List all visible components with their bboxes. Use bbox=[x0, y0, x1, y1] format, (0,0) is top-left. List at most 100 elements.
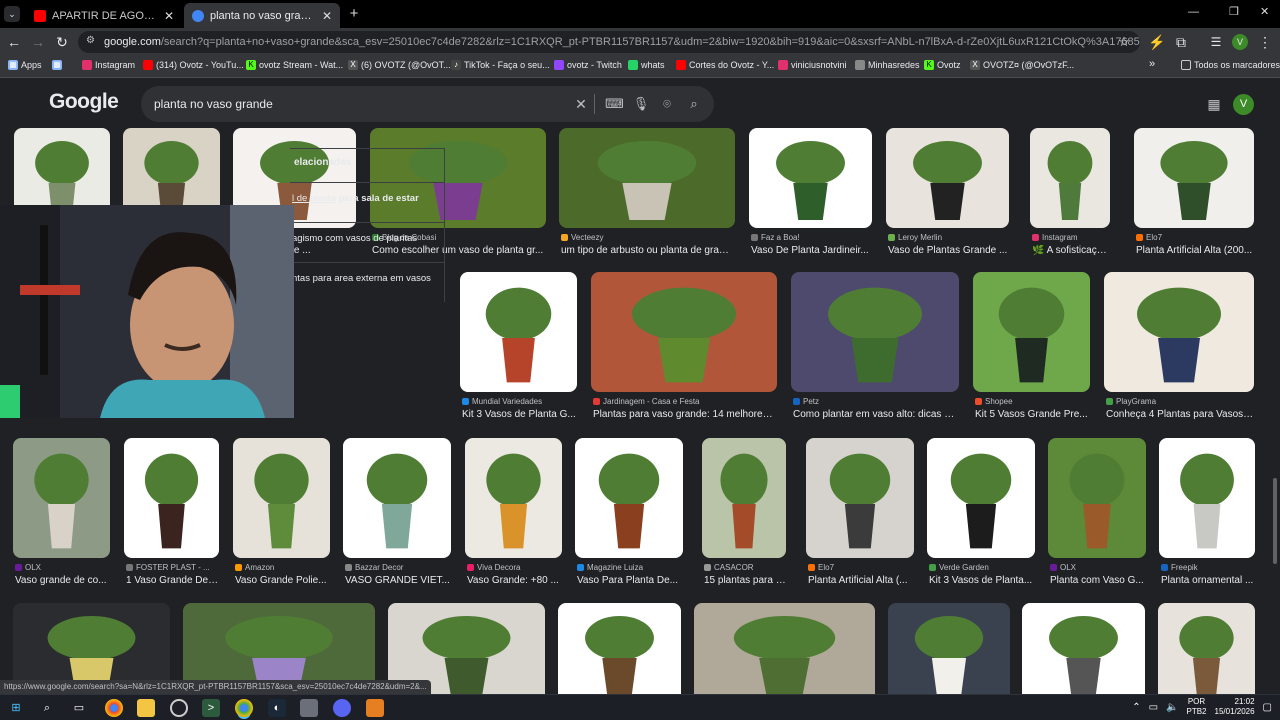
result-source[interactable]: Verde Garden bbox=[929, 563, 1035, 572]
image-result-card[interactable]: Petz Como plantar em vaso alto: dicas e .… bbox=[791, 272, 959, 438]
result-source[interactable]: Viva Decora bbox=[467, 563, 562, 572]
result-caption[interactable]: Conheça 4 Plantas para Vasos ... bbox=[1106, 409, 1254, 420]
image-result-card[interactable] bbox=[558, 603, 681, 694]
image-result-card[interactable]: Instagram 🌿 A sofisticação e... bbox=[1030, 128, 1110, 274]
address-bar[interactable]: ⚙ google.com/search?q=planta+no+vaso+gra… bbox=[78, 31, 1140, 53]
result-thumbnail[interactable] bbox=[1048, 438, 1146, 558]
terminal-icon[interactable]: > bbox=[202, 699, 220, 717]
result-caption[interactable]: Vaso Para Planta De... bbox=[577, 575, 683, 586]
result-source[interactable]: Shopee bbox=[975, 397, 1090, 406]
result-caption[interactable]: Vaso De Planta Jardineir... bbox=[751, 245, 872, 256]
image-result-card[interactable]: CASACOR 15 plantas para va... bbox=[702, 438, 786, 604]
result-source[interactable]: Vecteezy bbox=[561, 233, 735, 242]
result-caption[interactable]: 1 Vaso Grande De ... bbox=[126, 575, 219, 586]
result-source[interactable]: FOSTER PLAST - ... bbox=[126, 563, 219, 572]
bookmark-cortes[interactable]: Cortes do Ovotz - Y... bbox=[676, 60, 774, 70]
search-input[interactable]: planta no vaso grande bbox=[141, 86, 714, 122]
bookmark-twitch[interactable]: ovotz - Twitch bbox=[554, 60, 622, 70]
google-apps-icon[interactable]: ▦ bbox=[1206, 96, 1222, 112]
new-tab-button[interactable]: + bbox=[346, 5, 362, 23]
image-result-card[interactable]: Vecteezy um tipo de arbusto ou planta de … bbox=[559, 128, 735, 274]
result-caption[interactable]: Planta Artificial Alta (... bbox=[808, 575, 914, 586]
taskbar-search-icon[interactable]: ⌕ bbox=[38, 699, 56, 717]
language-indicator[interactable]: POR PTB2 bbox=[1186, 697, 1206, 717]
image-result-card[interactable] bbox=[888, 603, 1010, 694]
result-caption[interactable]: um tipo de arbusto ou planta de gram... bbox=[561, 245, 735, 256]
bookmark-minhasredes[interactable]: Minhasredes bbox=[855, 60, 920, 70]
file-explorer-icon[interactable] bbox=[137, 699, 155, 717]
result-source[interactable]: Leroy Merlin bbox=[888, 233, 1009, 242]
result-source[interactable]: Amazon bbox=[235, 563, 330, 572]
tab-search-button[interactable]: ⌄ bbox=[4, 6, 20, 22]
image-result-card[interactable]: Shopee Kit 5 Vasos Grande Pre... bbox=[973, 272, 1090, 438]
result-caption[interactable]: 🌿 A sofisticação e... bbox=[1032, 245, 1110, 256]
result-thumbnail[interactable] bbox=[1159, 438, 1255, 558]
result-source[interactable]: Petz bbox=[793, 397, 959, 406]
forward-button[interactable]: → bbox=[29, 33, 47, 51]
app-icon[interactable] bbox=[300, 699, 318, 717]
result-caption[interactable]: Kit 3 Vasos de Planta... bbox=[929, 575, 1035, 586]
chrome-taskbar-icon[interactable] bbox=[105, 699, 123, 717]
back-button[interactable]: ← bbox=[5, 33, 23, 51]
search-icon[interactable]: ⌕ bbox=[685, 95, 703, 113]
bookmark-apps[interactable]: ▦ Apps bbox=[8, 60, 42, 70]
network-icon[interactable]: ▭ bbox=[1149, 702, 1158, 713]
image-result-card[interactable]: Freepik Planta ornamental ... bbox=[1159, 438, 1255, 604]
result-thumbnail[interactable] bbox=[749, 128, 872, 228]
image-result-card[interactable]: Bazzar Decor VASO GRANDE VIET... bbox=[343, 438, 451, 604]
image-result-card[interactable] bbox=[1158, 603, 1255, 694]
result-caption[interactable]: Vaso grande de co... bbox=[15, 575, 110, 586]
result-thumbnail[interactable] bbox=[591, 272, 777, 392]
tab-google-search[interactable]: planta no vaso grande - Pesqu ✕ bbox=[184, 3, 340, 28]
bookmark-kick-stream[interactable]: Kovotz Stream - Wat... bbox=[246, 60, 343, 70]
result-source[interactable]: Jardinagem - Casa e Festa bbox=[593, 397, 777, 406]
result-thumbnail[interactable] bbox=[806, 438, 914, 558]
bookmark-youtube-ovotz[interactable]: (314) Ovotz - YouTu... bbox=[143, 60, 244, 70]
result-thumbnail[interactable] bbox=[575, 438, 683, 558]
result-thumbnail[interactable] bbox=[1134, 128, 1254, 228]
result-thumbnail[interactable] bbox=[1158, 603, 1255, 694]
result-source[interactable]: PlayGrama bbox=[1106, 397, 1254, 406]
related-search-item[interactable]: agismo com vasos de plantas bbox=[290, 222, 445, 262]
reload-button[interactable]: ↻ bbox=[53, 33, 71, 51]
minimize-button[interactable]: — bbox=[1188, 6, 1199, 18]
image-result-card[interactable]: Elo7 Planta Artificial Alta (... bbox=[806, 438, 914, 604]
image-result-card[interactable]: PlayGrama Conheça 4 Plantas para Vasos ..… bbox=[1104, 272, 1254, 438]
page-scrollbar[interactable] bbox=[1270, 128, 1280, 694]
bookmark-all-apps[interactable]: ▦ bbox=[52, 60, 62, 70]
profile-avatar[interactable]: V bbox=[1232, 34, 1248, 50]
result-thumbnail[interactable] bbox=[558, 603, 681, 694]
result-caption[interactable]: Planta Artificial Alta (200... bbox=[1136, 245, 1254, 256]
result-thumbnail[interactable] bbox=[888, 603, 1010, 694]
result-source[interactable]: Instagram bbox=[1032, 233, 1110, 242]
result-caption[interactable]: 15 plantas para va... bbox=[704, 575, 786, 586]
google-lens-icon[interactable]: ⌾ bbox=[658, 95, 676, 113]
tab-youtube[interactable]: APARTIR DE AGORA ESSE BAILE ✕ bbox=[26, 3, 182, 28]
keyboard-icon[interactable]: ⌨ bbox=[605, 95, 624, 113]
result-caption[interactable]: Kit 5 Vasos Grande Pre... bbox=[975, 409, 1090, 420]
result-source[interactable]: Mundial Variedades bbox=[462, 397, 577, 406]
app-icon[interactable] bbox=[170, 699, 188, 717]
image-result-card[interactable]: Leroy Merlin Vaso de Plantas Grande ... bbox=[886, 128, 1009, 274]
result-source[interactable]: CASACOR bbox=[704, 563, 786, 572]
result-thumbnail[interactable] bbox=[559, 128, 735, 228]
image-result-card[interactable]: Magazine Luiza Vaso Para Planta De... bbox=[575, 438, 683, 604]
result-thumbnail[interactable] bbox=[694, 603, 875, 694]
result-source[interactable]: Faz a Boa! bbox=[751, 233, 872, 242]
media-controls-icon[interactable]: ☰ bbox=[1207, 33, 1225, 51]
result-caption[interactable]: Como plantar em vaso alto: dicas e ... bbox=[793, 409, 959, 420]
result-source[interactable]: OLX bbox=[15, 563, 110, 572]
maximize-button[interactable]: ❐ bbox=[1229, 5, 1239, 18]
app-icon[interactable] bbox=[366, 699, 384, 717]
image-result-card[interactable]: OLX Vaso grande de co... bbox=[13, 438, 110, 604]
scrollbar-thumb[interactable] bbox=[1273, 478, 1277, 564]
result-caption[interactable]: VASO GRANDE VIET... bbox=[345, 575, 451, 586]
bookmark-x-ovotz[interactable]: X (6) OVOTZ (@OvOT... bbox=[348, 60, 451, 70]
related-search-item[interactable]: l de planta para sala de estar bbox=[290, 182, 445, 222]
result-thumbnail[interactable] bbox=[791, 272, 959, 392]
result-caption[interactable]: Vaso Grande Polie... bbox=[235, 575, 330, 586]
result-source[interactable]: Elo7 bbox=[1136, 233, 1254, 242]
steam-icon[interactable]: ◐ bbox=[268, 699, 286, 717]
all-bookmarks-folder[interactable]: Todos os marcadores bbox=[1181, 60, 1280, 70]
image-result-card[interactable]: Faz a Boa! Vaso De Planta Jardineir... bbox=[749, 128, 872, 274]
